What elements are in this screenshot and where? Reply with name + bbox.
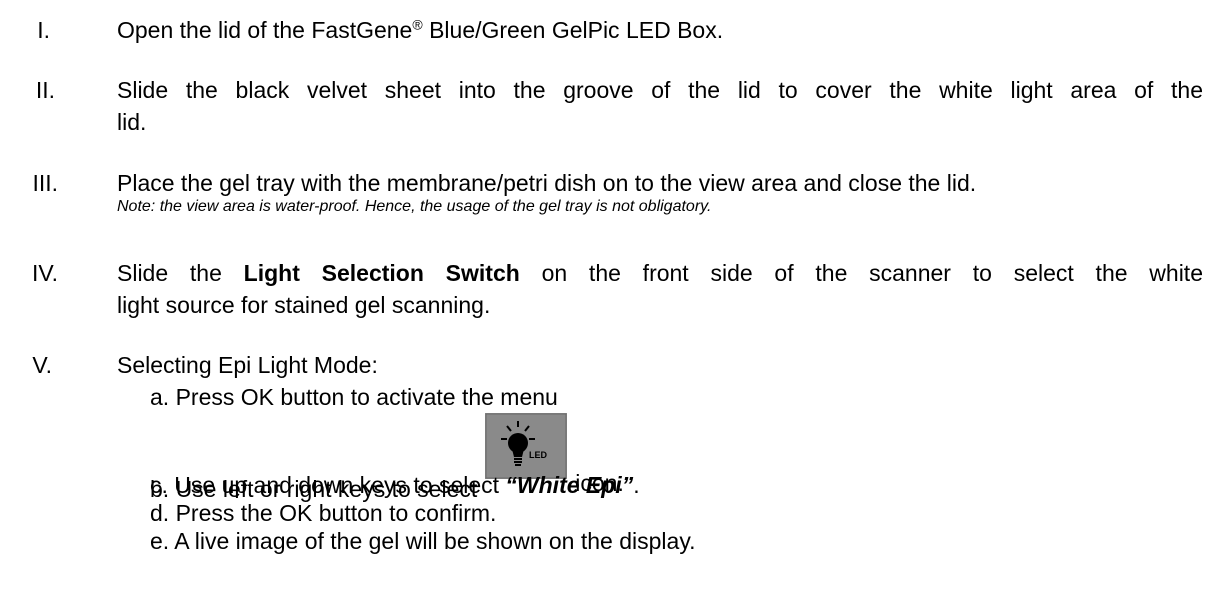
white-epi-label: “White Epi” bbox=[505, 472, 634, 498]
step-text: Slide the Light Selection Switch on the … bbox=[117, 260, 1203, 318]
step-text: Slide the black velvet sheet into the gr… bbox=[117, 77, 1203, 135]
step-text: Place the gel tray with the membrane/pet… bbox=[117, 170, 977, 196]
step-note: Note: the view area is water-proof. Henc… bbox=[117, 198, 712, 215]
step-numeral: III. bbox=[32, 170, 58, 196]
led-icon-label: LED bbox=[529, 450, 548, 460]
substep-e: e. A live image of the gel will be shown… bbox=[150, 528, 696, 554]
step-numeral: II. bbox=[35, 77, 55, 103]
light-selection-switch-label: Light Selection Switch bbox=[243, 260, 520, 286]
substep-a: a. Press OK button to activate the menu bbox=[150, 384, 558, 410]
step-text: Selecting Epi Light Mode: bbox=[117, 352, 378, 378]
step-text: Open the lid of the FastGene® Blue/Green… bbox=[117, 16, 724, 43]
step-numeral: I. bbox=[37, 17, 50, 43]
step-numeral: V. bbox=[32, 352, 52, 378]
step-numeral: IV. bbox=[31, 260, 58, 286]
